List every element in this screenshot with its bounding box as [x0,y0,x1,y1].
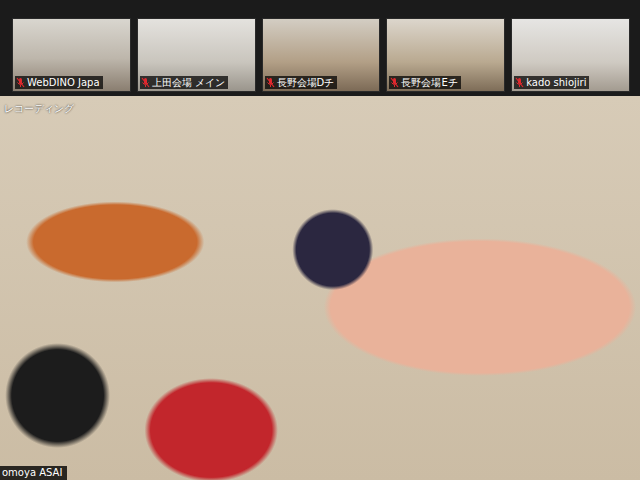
participant-name: WebDINO Japa [27,76,100,89]
gallery-strip: WebDINO Japa 上田会場 メイン 長野会場Dチ 長野会場Eチ kado shi… [0,0,640,96]
participant-label: 長野会場Dチ [265,76,338,89]
speaker-name: omoya ASAI [0,466,67,480]
muted-mic-icon [390,77,399,88]
participant-name: kado shiojiri [526,76,586,89]
main-video: レコーディング omoya ASAI [0,96,640,480]
participant-name: 長野会場Eチ [401,76,457,89]
muted-mic-icon [515,77,524,88]
participant-tile[interactable]: 上田会場 メイン [137,18,256,92]
participant-tile[interactable]: 長野会場Eチ [386,18,505,92]
participant-tile[interactable]: WebDINO Japa [12,18,131,92]
recording-indicator: レコーディング [4,102,74,115]
muted-mic-icon [141,77,150,88]
participant-label: kado shiojiri [514,76,589,89]
participant-name: 長野会場Dチ [277,76,335,89]
participant-tile[interactable]: 長野会場Dチ [262,18,381,92]
muted-mic-icon [16,77,25,88]
participant-name: 上田会場 メイン [152,76,225,89]
participant-tile[interactable]: kado shiojiri [511,18,630,92]
participant-label: WebDINO Japa [15,76,103,89]
muted-mic-icon [266,77,275,88]
participant-label: 長野会場Eチ [389,76,460,89]
participant-label: 上田会場 メイン [140,76,228,89]
